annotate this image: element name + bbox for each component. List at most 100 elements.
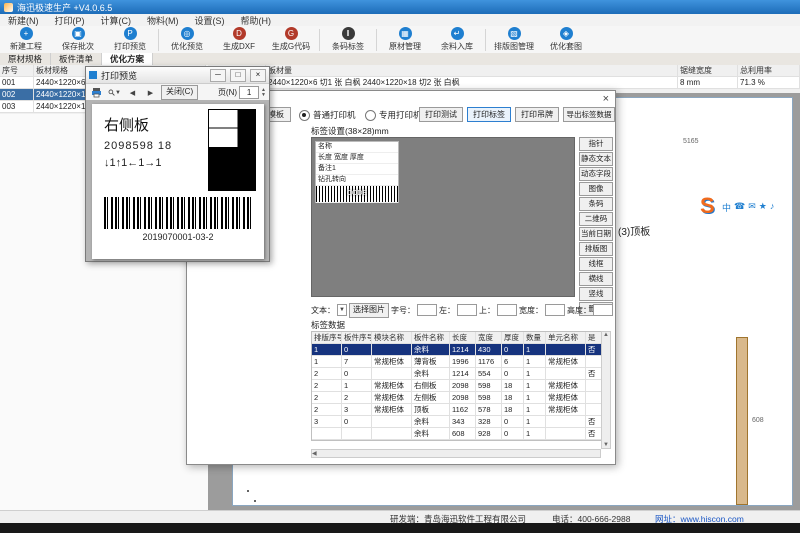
top-input[interactable]: [497, 304, 517, 316]
layout-manage-icon: ▧: [508, 27, 521, 40]
width-input[interactable]: [545, 304, 565, 316]
table-horizontal-scrollbar[interactable]: ◀: [311, 449, 601, 458]
template-field-drill[interactable]: 钻孔转向: [316, 175, 398, 186]
page-spinner-icon[interactable]: ▲▼: [261, 88, 266, 98]
minimize-button[interactable]: ─: [210, 69, 226, 82]
tool-hline-button[interactable]: 横线: [579, 272, 613, 286]
print-label-button[interactable]: 打印标签: [467, 107, 511, 122]
close-button[interactable]: ×: [250, 69, 266, 82]
toolbar-new-project-button[interactable]: + 新建工程: [0, 27, 52, 53]
table-row[interactable]: 23常规柜体顶板1162578181常规柜体: [312, 404, 602, 416]
radio-normal-printer[interactable]: 普通打印机: [299, 109, 356, 121]
tool-image-button[interactable]: 图像: [579, 182, 613, 196]
bottom-taskbar-strip: [0, 523, 800, 533]
menu-material[interactable]: 物料(M): [139, 14, 187, 27]
generate-dxf-icon: D: [233, 27, 246, 40]
menu-print[interactable]: 打印(P): [47, 14, 93, 27]
tool-qrcode-button[interactable]: 二维码: [579, 212, 613, 226]
table-row[interactable]: 17常规柜体薄背板1996117661常规柜体: [312, 356, 602, 368]
table-row[interactable]: 余料60892801否: [312, 428, 602, 440]
toolbar-optimize-nest-button[interactable]: ◈ 优化套图: [540, 27, 592, 53]
page-number-input[interactable]: 1: [239, 86, 259, 99]
menu-calc[interactable]: 计算(C): [93, 14, 140, 27]
table-cell: 2098: [450, 380, 476, 392]
tool-current-date-button[interactable]: 当前日期: [579, 227, 613, 241]
part-label: (3)顶板: [618, 223, 650, 238]
prev-page-icon[interactable]: ◀: [125, 85, 140, 100]
dialog-close-icon[interactable]: ×: [603, 93, 609, 105]
menu-settings[interactable]: 设置(S): [187, 14, 233, 27]
toolbar-barcode-label-button[interactable]: ‖ 条码标签: [322, 27, 374, 53]
table-cell: 343: [450, 416, 476, 428]
menu-help[interactable]: 帮助(H): [233, 14, 280, 27]
preview-close-button[interactable]: 关闭(C): [161, 85, 198, 100]
preview-title-bar: 打印预览 ─ □ ×: [86, 67, 269, 84]
template-field-note[interactable]: 备注1: [316, 164, 398, 175]
tool-barcode-button[interactable]: 条码: [579, 197, 613, 211]
toolbar-generate-gcode-button[interactable]: G 生成G代码: [265, 27, 317, 53]
toolbar-raw-material-button[interactable]: ▦ 原材管理: [379, 27, 431, 53]
tool-layout-image-button[interactable]: 排版图: [579, 242, 613, 256]
table-header-cell: 单元名称: [546, 332, 586, 344]
toolbar-optimize-preview-button[interactable]: ◎ 优化预览: [161, 27, 213, 53]
template-field-name[interactable]: 名称: [316, 142, 398, 153]
table-row[interactable]: 30余料34332801否: [312, 416, 602, 428]
label-template[interactable]: 名称 长度 宽度 厚度 备注1 钻孔转向 CODE: [315, 141, 399, 203]
table-cell: 2098: [450, 392, 476, 404]
template-barcode[interactable]: CODE: [316, 186, 398, 203]
toolbar-remnant-stock-button[interactable]: ↵ 余料入库: [431, 27, 483, 53]
export-label-data-button[interactable]: 导出标签数据: [563, 107, 615, 122]
maximize-button[interactable]: □: [230, 69, 246, 82]
table-row[interactable]: 21常规柜体右侧板2098598181常规柜体: [312, 380, 602, 392]
title-bar: 海迅极速生产 +V4.0.6.5: [0, 0, 800, 14]
text-combobox[interactable]: ▼: [337, 304, 347, 316]
table-cell: [546, 428, 586, 440]
table-cell: 003: [0, 101, 34, 113]
tab-panel-list[interactable]: 板件清单: [51, 53, 102, 65]
print-test-button[interactable]: 打印测试: [419, 107, 463, 122]
radio-special-printer[interactable]: 专用打印机: [365, 109, 422, 121]
tool-pointer-button[interactable]: 指针: [579, 137, 613, 151]
print-tag-button[interactable]: 打印吊牌: [515, 107, 559, 122]
table-row[interactable]: 20余料121455401否: [312, 368, 602, 380]
height-input[interactable]: [593, 304, 613, 316]
tab-optimize-plan[interactable]: 优化方案: [102, 53, 153, 65]
table-cell: [372, 344, 412, 356]
table-row[interactable]: 6.43 ㎡2440×1220×6 切1 张 白枫 2440×1220×18 切…: [208, 77, 800, 89]
table-cell: 1176: [476, 356, 502, 368]
tool-vline-button[interactable]: 竖线: [579, 287, 613, 301]
tool-dynamic-field-button[interactable]: 动态字段: [579, 167, 613, 181]
printer-icon[interactable]: [89, 85, 104, 100]
tool-wireframe-button[interactable]: 线框: [579, 257, 613, 271]
menu-new[interactable]: 新建(N): [0, 14, 47, 27]
table-cell: 328: [476, 416, 502, 428]
font-size-input[interactable]: [417, 304, 437, 316]
left-input[interactable]: [457, 304, 477, 316]
tab-raw-specs[interactable]: 原材规格: [0, 53, 51, 65]
table-cell: 18: [502, 380, 524, 392]
label-design-area[interactable]: 名称 长度 宽度 厚度 备注1 钻孔转向 CODE: [311, 137, 575, 297]
table-cell: 薄背板: [412, 356, 450, 368]
next-page-icon[interactable]: ▶: [143, 85, 158, 100]
remnant-stock-icon: ↵: [451, 27, 464, 40]
phone-icon: ☎: [734, 201, 745, 214]
table-row[interactable]: 10余料121443001否: [312, 344, 602, 356]
table-row[interactable]: 22常规柜体左侧板2098598181常规柜体: [312, 392, 602, 404]
toolbar-save-batch-button[interactable]: ▣ 保存批次: [52, 27, 104, 53]
label-settings-text: 标签设置(38×28)mm: [311, 125, 389, 137]
panel-name-text: 右侧板: [104, 114, 149, 135]
toolbar-print-preview-button[interactable]: P 打印预览: [104, 27, 156, 53]
table-cell: 1: [524, 380, 546, 392]
table-header-cell: 序号: [0, 65, 34, 77]
table-cell: 否: [586, 428, 602, 440]
table-cell: 常规柜体: [372, 404, 412, 416]
template-field-size[interactable]: 长度 宽度 厚度: [316, 153, 398, 164]
zoom-icon[interactable]: ▼: [107, 85, 122, 100]
toolbar-generate-dxf-button[interactable]: D 生成DXF: [213, 27, 265, 53]
table-vertical-scrollbar[interactable]: ▲▼: [601, 331, 611, 449]
logo-icon-strip: 中 ☎ ✉ ★ ♪: [722, 201, 774, 214]
pick-image-button[interactable]: 选择图片: [349, 303, 389, 318]
table-cell: 余料: [412, 368, 450, 380]
toolbar-layout-manage-button[interactable]: ▧ 排版图管理: [488, 27, 540, 53]
tool-static-text-button[interactable]: 静态文本: [579, 152, 613, 166]
